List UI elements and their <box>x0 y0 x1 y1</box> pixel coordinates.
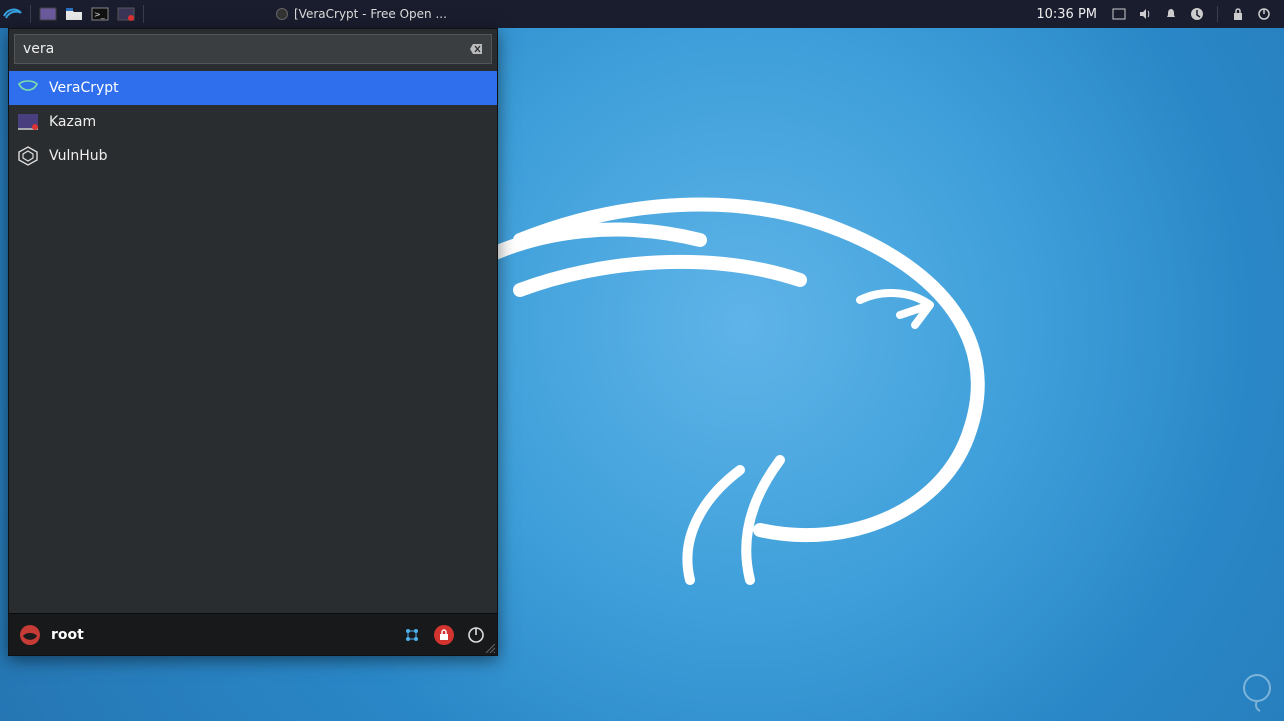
app-menu-button[interactable] <box>0 0 26 28</box>
panel-separator <box>30 5 31 23</box>
kazam-launcher[interactable] <box>113 0 139 28</box>
svg-text:>_: >_ <box>94 10 106 19</box>
window-indicator-icon <box>276 8 288 20</box>
settings-icon[interactable] <box>401 624 423 646</box>
taskbar-window-title: [VeraCrypt - Free Open ... <box>294 7 447 21</box>
search-results: VeraCrypt Kazam VulnHub <box>9 69 497 613</box>
volume-icon[interactable] <box>1133 0 1157 28</box>
power-icon[interactable] <box>1252 0 1276 28</box>
kazam-icon <box>17 111 39 133</box>
user-avatar-icon <box>19 624 41 646</box>
result-label: VeraCrypt <box>49 80 119 96</box>
panel-separator <box>143 5 144 23</box>
kali-logo-icon <box>2 4 24 24</box>
menu-footer: root <box>9 613 497 655</box>
search-field-wrapper <box>14 34 492 64</box>
lock-screen-icon[interactable] <box>1226 0 1250 28</box>
clock[interactable]: 10:36 PM <box>1028 7 1105 22</box>
username-label: root <box>51 627 84 643</box>
result-item-kazam[interactable]: Kazam <box>9 105 497 139</box>
taskbar-window-veracrypt[interactable]: [VeraCrypt - Free Open ... <box>268 2 455 26</box>
clear-search-icon[interactable] <box>469 43 483 55</box>
watermark-icon <box>1240 673 1274 713</box>
show-desktop-button[interactable] <box>35 0 61 28</box>
file-manager-launcher[interactable] <box>61 0 87 28</box>
veracrypt-icon <box>17 77 39 99</box>
vulnhub-icon <box>17 145 39 167</box>
result-label: Kazam <box>49 114 96 130</box>
application-menu: VeraCrypt Kazam VulnHub root <box>8 28 498 656</box>
updates-icon[interactable] <box>1185 0 1209 28</box>
lock-session-icon[interactable] <box>433 624 455 646</box>
resize-grip-icon[interactable] <box>483 641 495 653</box>
result-item-veracrypt[interactable]: VeraCrypt <box>9 71 497 105</box>
result-item-vulnhub[interactable]: VulnHub <box>9 139 497 173</box>
workspace-switcher-icon[interactable] <box>1107 0 1131 28</box>
result-label: VulnHub <box>49 148 108 164</box>
search-input[interactable] <box>23 41 469 57</box>
panel-separator <box>1217 6 1218 22</box>
kali-dragon-wallpaper <box>480 170 1100 590</box>
terminal-launcher[interactable]: >_ <box>87 0 113 28</box>
notifications-icon[interactable] <box>1159 0 1183 28</box>
top-panel: >_ [VeraCrypt - Free Open ... 10:36 PM <box>0 0 1284 28</box>
